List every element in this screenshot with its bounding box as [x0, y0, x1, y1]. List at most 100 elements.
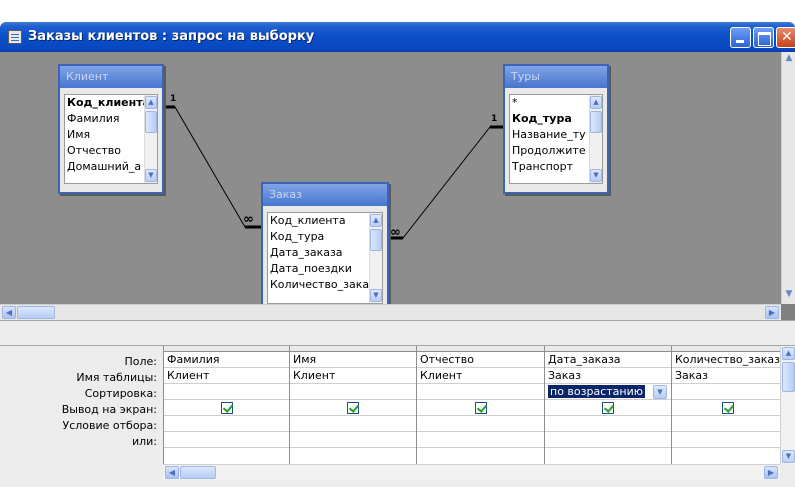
criteria-cell[interactable]: [164, 416, 289, 432]
grid-column[interactable]: Отчество Клиент: [417, 346, 545, 464]
field-cell[interactable]: Отчество: [417, 352, 544, 368]
table-client-fields[interactable]: Код_клиента Фамилия Имя Отчество Домашни…: [64, 94, 158, 184]
maximize-button[interactable]: [753, 27, 774, 48]
or-cell[interactable]: [290, 432, 416, 448]
table-cell[interactable]: Заказ: [545, 368, 671, 384]
sort-value[interactable]: по возрастанию: [548, 385, 646, 398]
relation-many-label: ∞: [390, 225, 401, 240]
grid-horizontal-scrollbar[interactable]: ◀ ▶: [163, 464, 780, 480]
scroll-down-icon[interactable]: ▼: [782, 450, 795, 463]
grid-column[interactable]: Дата_заказа Заказ по возрастанию ▼: [545, 346, 672, 464]
criteria-cell[interactable]: [417, 416, 544, 432]
sort-cell[interactable]: [672, 384, 780, 400]
sort-cell[interactable]: [290, 384, 416, 400]
show-cell[interactable]: [290, 400, 416, 416]
scroll-thumb[interactable]: [782, 362, 795, 392]
diagram-vertical-scrollbar[interactable]: ▲ ▼: [781, 52, 795, 304]
show-cell[interactable]: [417, 400, 544, 416]
scroll-left-icon[interactable]: ◀: [2, 306, 16, 319]
table-order[interactable]: Заказ Код_клиента Код_тура Дата_заказа Д…: [261, 182, 389, 314]
show-checkbox[interactable]: [220, 402, 233, 414]
show-cell[interactable]: [164, 400, 289, 416]
grid-column[interactable]: Имя Клиент: [290, 346, 417, 464]
field-item[interactable]: Количество_зака: [268, 277, 382, 293]
scroll-down-icon[interactable]: ▼: [783, 289, 795, 303]
window-titlebar[interactable]: Заказы клиентов : запрос на выборку: [0, 22, 795, 52]
field-list-scrollbar[interactable]: ▲ ▼: [589, 95, 602, 183]
grid-column[interactable]: Фамилия Клиент: [164, 346, 290, 464]
scroll-up-icon[interactable]: ▲: [590, 96, 602, 109]
relation-line-order-tours: [388, 126, 505, 239]
scroll-right-icon[interactable]: ▶: [765, 306, 779, 319]
scroll-right-icon[interactable]: ▶: [764, 466, 778, 479]
field-item[interactable]: Код_клиента: [268, 213, 382, 229]
table-cell[interactable]: Клиент: [417, 368, 544, 384]
field-cell[interactable]: Дата_заказа: [545, 352, 671, 368]
or-cell[interactable]: [417, 432, 544, 448]
field-item[interactable]: Код_тура: [268, 229, 382, 245]
table-cell[interactable]: Клиент: [290, 368, 416, 384]
scroll-up-icon[interactable]: ▲: [370, 214, 382, 227]
sort-cell[interactable]: [417, 384, 544, 400]
table-tours[interactable]: Туры * Код_тура Название_ту Продолжите Т…: [503, 64, 609, 194]
chevron-down-icon[interactable]: ▼: [653, 385, 667, 399]
diagram-canvas[interactable]: 1 ∞ ∞ 1 Клиент Код_клиента Фамилия Имя О…: [0, 52, 781, 314]
field-list-scrollbar[interactable]: ▲ ▼: [144, 95, 157, 183]
row-label-or: или:: [131, 435, 157, 448]
or-cell[interactable]: [672, 432, 780, 448]
field-item[interactable]: Дата_заказа: [268, 245, 382, 261]
show-checkbox[interactable]: [721, 402, 734, 414]
scroll-thumb[interactable]: [180, 466, 216, 479]
table-cell[interactable]: Клиент: [164, 368, 289, 384]
close-button[interactable]: [776, 27, 795, 48]
table-client-title[interactable]: Клиент: [60, 66, 162, 88]
row-label-field: Поле:: [124, 355, 157, 368]
criteria-cell[interactable]: [290, 416, 416, 432]
scroll-up-icon[interactable]: ▲: [782, 347, 795, 360]
scroll-up-icon[interactable]: ▲: [783, 53, 795, 67]
field-item[interactable]: Дата_поездки: [268, 261, 382, 277]
query-design-grid: Поле: Имя таблицы: Сортировка: Вывод на …: [0, 346, 795, 487]
diagram-horizontal-scrollbar[interactable]: ◀ ▶: [0, 304, 781, 320]
show-cell[interactable]: [672, 400, 780, 416]
grid-column[interactable]: Количество_заказ Заказ: [672, 346, 780, 464]
sort-cell[interactable]: [164, 384, 289, 400]
scroll-down-icon[interactable]: ▼: [370, 289, 382, 302]
scroll-down-icon[interactable]: ▼: [590, 169, 602, 182]
relation-one-label: 1: [491, 114, 498, 124]
grid-vertical-scrollbar[interactable]: ▲ ▼: [780, 346, 795, 464]
field-cell[interactable]: Количество_заказ: [672, 352, 780, 368]
show-cell[interactable]: [545, 400, 671, 416]
table-tours-title[interactable]: Туры: [505, 66, 607, 88]
criteria-cell[interactable]: [672, 416, 780, 432]
or-cell[interactable]: [545, 432, 671, 448]
sort-cell[interactable]: по возрастанию ▼: [545, 384, 671, 400]
table-tours-fields[interactable]: * Код_тура Название_ту Продолжите Трансп…: [509, 94, 603, 184]
scroll-thumb[interactable]: [370, 229, 382, 251]
field-list-scrollbar[interactable]: ▲ ▼: [369, 213, 382, 303]
or-cell[interactable]: [164, 432, 289, 448]
scroll-thumb[interactable]: [590, 111, 602, 133]
pane-splitter[interactable]: [0, 320, 795, 346]
table-cell[interactable]: Заказ: [672, 368, 780, 384]
scroll-up-icon[interactable]: ▲: [145, 96, 157, 109]
field-cell[interactable]: Имя: [290, 352, 416, 368]
show-checkbox[interactable]: [347, 402, 359, 414]
row-label-sort: Сортировка:: [84, 387, 157, 400]
query-icon[interactable]: [8, 30, 22, 44]
scroll-thumb[interactable]: [17, 306, 55, 319]
field-cell[interactable]: Фамилия: [164, 352, 289, 368]
scroll-down-icon[interactable]: ▼: [145, 169, 157, 182]
minimize-button[interactable]: [730, 27, 751, 48]
table-diagram-pane: 1 ∞ ∞ 1 Клиент Код_клиента Фамилия Имя О…: [0, 52, 795, 320]
relation-many-label: ∞: [243, 212, 254, 227]
scroll-thumb[interactable]: [145, 111, 157, 133]
row-label-show: Вывод на экран:: [61, 403, 157, 416]
show-checkbox[interactable]: [474, 402, 487, 414]
scroll-left-icon[interactable]: ◀: [165, 466, 179, 479]
show-checkbox[interactable]: [602, 402, 614, 414]
table-order-title[interactable]: Заказ: [263, 184, 387, 206]
criteria-cell[interactable]: [545, 416, 671, 432]
table-client[interactable]: Клиент Код_клиента Фамилия Имя Отчество …: [58, 64, 164, 194]
table-order-fields[interactable]: Код_клиента Код_тура Дата_заказа Дата_по…: [267, 212, 383, 304]
